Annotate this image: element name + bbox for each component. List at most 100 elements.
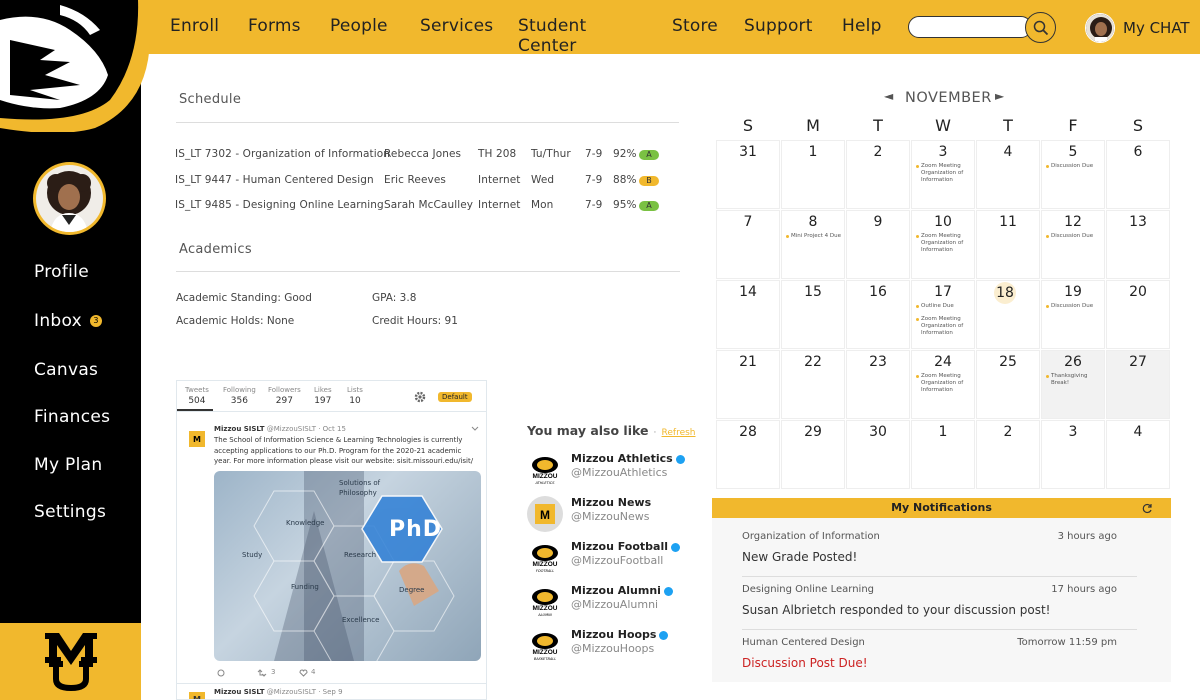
calendar-day[interactable]: 22 [781, 350, 845, 419]
chevron-down-icon[interactable] [471, 426, 479, 432]
tweet-author-avatar[interactable]: M [189, 692, 205, 699]
nav-item-people[interactable]: People [330, 16, 388, 36]
calendar-day[interactable]: 21 [716, 350, 780, 419]
calendar-day[interactable]: 15 [781, 280, 845, 349]
tiger-logo-icon[interactable] [0, 0, 150, 132]
notification-item[interactable]: Human Centered Design Tomorrow 11:59 pm Di… [742, 631, 1137, 683]
tweet-date[interactable]: Sep 9 [323, 688, 343, 696]
refresh-icon[interactable] [1142, 503, 1153, 514]
calendar-day[interactable]: 1 [781, 140, 845, 209]
calendar-day[interactable]: 24 Zoom Meeting Organization of Informati… [911, 350, 975, 419]
tweet-author[interactable]: Mizzou SISLT [214, 425, 265, 433]
schedule-row[interactable]: IS_LT 9447 - Human Centered Design Eric R… [175, 174, 685, 188]
calendar-event[interactable]: Zoom Meeting Organization of Information [916, 163, 972, 184]
next-month-arrow-icon[interactable]: ► [995, 89, 1004, 103]
calendar-day[interactable]: 1 [911, 420, 975, 489]
calendar-day[interactable]: 23 [846, 350, 910, 419]
sidebar-item-my-plan[interactable]: My Plan [34, 455, 102, 475]
calendar-day[interactable]: 19 Discussion Due [1041, 280, 1105, 349]
default-badge[interactable]: Default [438, 392, 472, 402]
calendar-day[interactable]: 10 Zoom Meeting Organization of Informati… [911, 210, 975, 279]
calendar-event[interactable]: Discussion Due [1046, 233, 1102, 240]
calendar-day[interactable]: 14 [716, 280, 780, 349]
tweet-author-avatar[interactable]: M [189, 431, 205, 447]
calendar-event[interactable]: Outline Due [916, 303, 972, 310]
calendar-day[interactable]: 25 [976, 350, 1040, 419]
like-icon[interactable] [299, 669, 308, 677]
calendar-day[interactable]: 31 [716, 140, 780, 209]
calendar-day[interactable]: 7 [716, 210, 780, 279]
nav-item-services[interactable]: Services [420, 16, 493, 36]
nav-item-forms[interactable]: Forms [248, 16, 301, 36]
calendar-day[interactable]: 12 Discussion Due [1041, 210, 1105, 279]
schedule-course[interactable]: IS_LT 7302 - Organization of Information [175, 148, 390, 160]
nav-item-support[interactable]: Support [744, 16, 813, 36]
calendar-day[interactable]: 11 [976, 210, 1040, 279]
calendar-event[interactable]: Zoom Meeting Organization of Information [916, 233, 972, 254]
sidebar-item-finances[interactable]: Finances [34, 407, 110, 427]
twitter-stat-lists[interactable]: Lists 10 [347, 386, 363, 406]
gear-icon[interactable] [413, 390, 427, 404]
calendar-day[interactable]: 30 [846, 420, 910, 489]
calendar-event[interactable]: Zoom Meeting Organization of Information [916, 316, 972, 337]
mizzou-mu-logo[interactable] [0, 623, 141, 700]
tweet-date[interactable]: Oct 15 [323, 425, 346, 433]
calendar-day[interactable]: 29 [781, 420, 845, 489]
calendar-day[interactable]: 5 Discussion Due [1041, 140, 1105, 209]
twitter-stat-following[interactable]: Following 356 [223, 386, 256, 406]
notification-item[interactable]: Organization of Information 3 hours ago Ne… [742, 525, 1137, 577]
reply-icon[interactable] [217, 669, 225, 677]
calendar-day[interactable]: 27 [1106, 350, 1170, 419]
suggestion-item[interactable]: MIZZOU BASKETBALL Mizzou Hoops @MizzouHoops [527, 628, 687, 668]
sidebar-item-profile[interactable]: Profile [34, 262, 89, 282]
prev-month-arrow-icon[interactable]: ◄ [884, 89, 893, 103]
suggestion-item[interactable]: MIZZOU ALUMNI Mizzou Alumni @MizzouAlumni [527, 584, 687, 624]
calendar-day[interactable]: 8 Mini Project 4 Due [781, 210, 845, 279]
nav-item-student-center[interactable]: Student Center [518, 16, 586, 56]
suggestion-item[interactable]: M Mizzou News @MizzouNews [527, 496, 687, 536]
sidebar-item-inbox[interactable]: Inbox 3 [34, 311, 103, 331]
schedule-row[interactable]: IS_LT 7302 - Organization of Information… [175, 148, 685, 162]
calendar-day[interactable]: 3 Zoom Meeting Organization of Informatio… [911, 140, 975, 209]
calendar-day[interactable]: 4 [1106, 420, 1170, 489]
suggestion-item[interactable]: MIZZOU ATHLETICS Mizzou Athletics @MizzouAt… [527, 452, 687, 492]
tweet-handle[interactable]: @MizzouSISLT [267, 688, 316, 696]
calendar-day[interactable]: 9 [846, 210, 910, 279]
schedule-course[interactable]: IS_LT 9447 - Human Centered Design [175, 174, 374, 186]
calendar-day[interactable]: 20 [1106, 280, 1170, 349]
calendar-day[interactable]: 28 [716, 420, 780, 489]
tweet-author[interactable]: Mizzou SISLT [214, 688, 265, 696]
nav-item-enroll[interactable]: Enroll [170, 16, 219, 36]
calendar-day[interactable]: 26 Thanksgiving Break! [1041, 350, 1105, 419]
calendar-day[interactable]: 18 [976, 280, 1040, 349]
schedule-row[interactable]: IS_LT 9485 - Designing Online Learning Sa… [175, 199, 685, 213]
search-input[interactable] [908, 16, 1032, 38]
twitter-stat-tweets[interactable]: Tweets 504 [185, 386, 209, 406]
calendar-event[interactable]: Zoom Meeting Organization of Information [916, 373, 972, 394]
calendar-day[interactable]: 2 [976, 420, 1040, 489]
schedule-course[interactable]: IS_LT 9485 - Designing Online Learning [175, 199, 384, 211]
calendar-event[interactable]: Discussion Due [1046, 163, 1102, 170]
suggestion-item[interactable]: MIZZOU FOOTBALL Mizzou Football @MizzouFoot… [527, 540, 687, 580]
calendar-day[interactable]: 3 [1041, 420, 1105, 489]
nav-item-help[interactable]: Help [842, 16, 882, 36]
refresh-link[interactable]: Refresh [662, 428, 696, 438]
tweet-handle[interactable]: @MizzouSISLT [267, 425, 316, 433]
calendar-day[interactable]: 17 Outline Due Zoom Meeting Organization o… [911, 280, 975, 349]
notification-item[interactable]: Designing Online Learning 17 hours ago Sus… [742, 578, 1137, 630]
my-chat-button[interactable]: My CHAT [1085, 13, 1190, 43]
calendar-event[interactable]: Mini Project 4 Due [786, 233, 842, 240]
twitter-stat-followers[interactable]: Followers 297 [268, 386, 301, 406]
calendar-day[interactable]: 4 [976, 140, 1040, 209]
retweet-icon[interactable] [257, 669, 267, 677]
calendar-day[interactable]: 2 [846, 140, 910, 209]
search-button[interactable] [1025, 12, 1056, 43]
profile-avatar[interactable] [33, 162, 106, 235]
calendar-event[interactable]: Thanksgiving Break! [1046, 373, 1102, 387]
tweet-image[interactable]: PhD Solutions of Philosophy Knowledge Study… [214, 471, 481, 661]
nav-item-store[interactable]: Store [672, 16, 718, 36]
calendar-day[interactable]: 16 [846, 280, 910, 349]
sidebar-item-settings[interactable]: Settings [34, 502, 106, 522]
sidebar-item-canvas[interactable]: Canvas [34, 360, 98, 380]
calendar-day[interactable]: 13 [1106, 210, 1170, 279]
